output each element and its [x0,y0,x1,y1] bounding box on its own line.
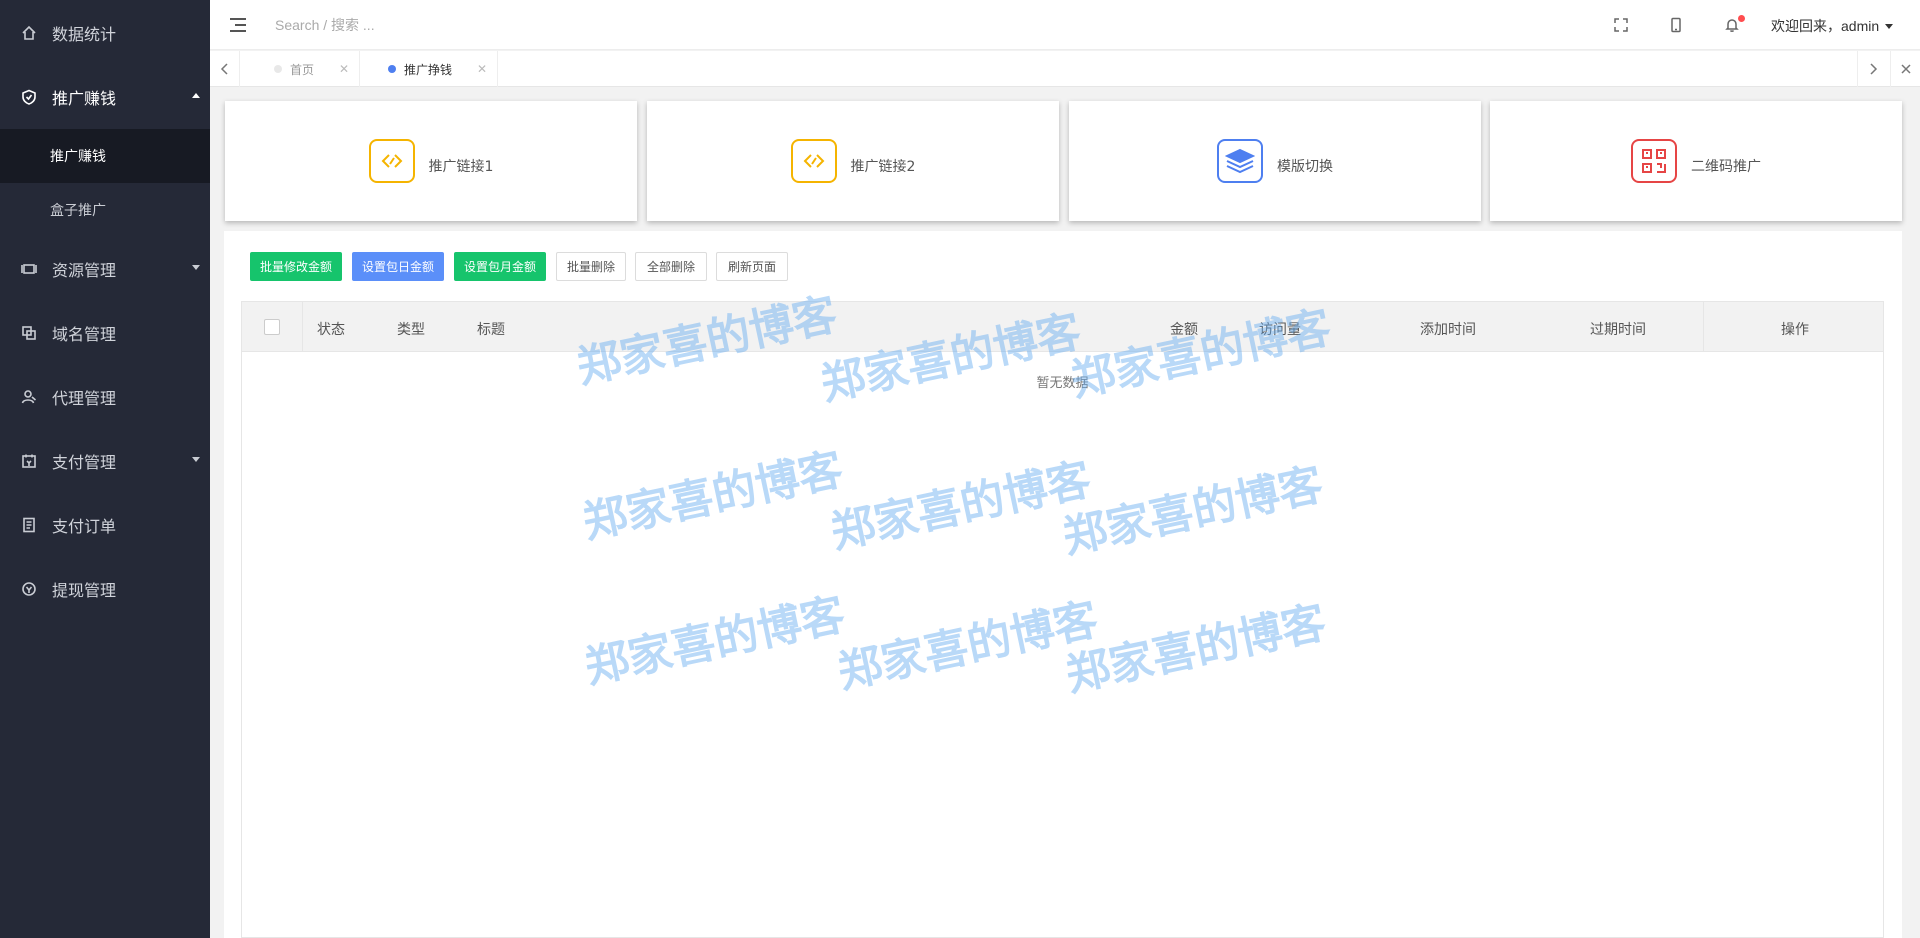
set-monthly-amount-button[interactable]: 设置包月金额 [454,252,546,281]
qrcode-icon [1631,139,1677,183]
column-header: 过期时间 [1590,322,1646,338]
sidebar-item-withdrawals[interactable]: 提现管理 [0,557,210,621]
resource-icon [20,260,38,278]
tab-dot [274,65,282,73]
sidebar-item-stats[interactable]: 数据统计 [0,1,210,65]
sidebar-item-label: 推广赚钱 [52,89,117,108]
tab-label: 首页 [290,62,315,77]
layers-icon [1217,139,1263,183]
tab-home[interactable]: 首页 ✕ [240,51,360,87]
column-header: 状态 [317,322,345,338]
welcome-text: 欢迎回来，admin [1771,18,1880,34]
top-header: 欢迎回来，admin [210,0,1920,50]
close-all-tabs-icon[interactable] [1890,51,1920,87]
link-icon [368,139,415,183]
column-header: 金额 [1170,322,1198,338]
sidebar-item-payments[interactable]: 支付管理 [0,429,210,493]
column-header: 添加时间 [1420,322,1476,338]
tab-bar: 首页 ✕ 推广挣钱 ✕ [210,51,1920,87]
column-header: 操作 [1781,322,1809,338]
tab-dot [388,65,396,73]
card-promo-link-1[interactable]: 推广链接1 [225,101,637,221]
chevron-up-icon [192,93,200,98]
sidebar-item-agents[interactable]: 代理管理 [0,365,210,429]
calendar-icon [20,452,38,470]
card-qrcode-promotion[interactable]: 二维码推广 [1490,101,1902,221]
chevron-down-icon [192,457,200,462]
sidebar-item-label: 提现管理 [52,581,117,600]
fullscreen-icon[interactable] [1610,14,1632,36]
data-table: 状态 类型 标题 金额 访问量 添加时间 过期时间 操作 暂无数据 [241,301,1884,938]
search-input[interactable] [275,12,575,38]
column-header: 类型 [397,322,425,338]
card-label: 模版切换 [1277,159,1333,175]
chevron-down-icon [192,265,200,270]
link-icon [790,139,837,183]
bell-icon[interactable] [1721,14,1745,36]
select-all-checkbox[interactable] [264,319,280,335]
card-template-switch[interactable]: 模版切换 [1069,101,1481,221]
main-panel: 批量修改金额 设置包日金额 设置包月金额 批量删除 全部删除 刷新页面 状态 类… [224,231,1902,938]
tab-scroll-left-icon[interactable] [210,51,240,87]
sidebar-item-label: 代理管理 [52,389,117,408]
user-menu[interactable]: 欢迎回来，admin [1771,16,1894,36]
menu-toggle-icon[interactable] [230,16,248,34]
sidebar-subitem-promotion[interactable]: 推广赚钱 [0,129,210,183]
card-promo-link-2[interactable]: 推广链接2 [647,101,1059,221]
mobile-icon[interactable] [1665,14,1687,36]
batch-edit-amount-button[interactable]: 批量修改金额 [250,252,342,281]
column-header: 访问量 [1259,322,1301,338]
card-label: 推广链接2 [850,159,916,175]
table-header: 状态 类型 标题 金额 访问量 添加时间 过期时间 操作 [242,302,1883,352]
sidebar-item-label: 数据统计 [52,25,117,44]
tab-label: 推广挣钱 [404,62,453,77]
set-daily-amount-button[interactable]: 设置包日金额 [352,252,444,281]
sidebar-submenu: 推广赚钱 盒子推广 [0,129,210,237]
card-label: 推广链接1 [428,159,494,175]
sidebar-item-label: 资源管理 [52,261,117,280]
copy-icon [20,324,38,342]
empty-state-text: 暂无数据 [1036,376,1089,391]
sidebar-item-label: 支付订单 [52,517,117,536]
sidebar-item-promotion[interactable]: 推广赚钱 [0,65,210,129]
order-icon [20,516,38,534]
sidebar-item-domains[interactable]: 域名管理 [0,301,210,365]
shield-icon [20,88,38,106]
sidebar-item-resources[interactable]: 资源管理 [0,237,210,301]
card-label: 二维码推广 [1691,159,1761,175]
sidebar-item-label: 支付管理 [52,453,117,472]
tab-promotion[interactable]: 推广挣钱 ✕ [360,51,498,87]
refresh-page-button[interactable]: 刷新页面 [716,252,788,281]
batch-delete-button[interactable]: 批量删除 [556,252,626,281]
user-icon [20,388,38,406]
sidebar-subitem-box-promotion[interactable]: 盒子推广 [0,183,210,237]
delete-all-button[interactable]: 全部删除 [635,252,707,281]
withdraw-icon [20,580,38,598]
column-header: 标题 [477,322,505,338]
notification-dot [1738,15,1745,22]
sidebar-item-orders[interactable]: 支付订单 [0,493,210,557]
tab-scroll-right-icon[interactable] [1857,51,1887,87]
sidebar-item-label: 域名管理 [52,325,117,344]
sidebar: 数据统计 推广赚钱 推广赚钱 盒子推广 资源管理 域名管理 代理管理 支付管理 … [0,0,210,938]
close-icon[interactable]: ✕ [477,62,487,76]
home-icon [20,24,38,42]
chevron-down-icon [1885,23,1894,29]
close-icon[interactable]: ✕ [339,62,349,76]
